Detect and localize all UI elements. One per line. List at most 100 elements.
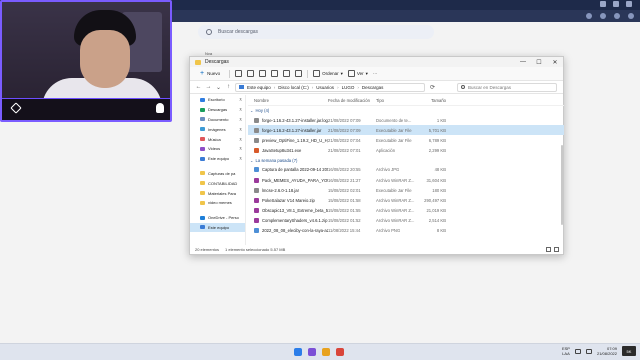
browser-profile-icon[interactable] [613, 1, 619, 7]
file-row[interactable]: Pack_MEMES_AYUDA_PARA_YOUTUBERS...16/08/… [248, 175, 564, 185]
file-date: 21/08/2022 07:01 [328, 148, 361, 154]
maximize-button[interactable]: ☐ [531, 59, 547, 66]
new-button[interactable]: + Nuevo [196, 69, 224, 79]
tiles-view-icon[interactable] [554, 247, 559, 252]
sidebar-item[interactable]: Este equipo [190, 222, 245, 233]
paste-icon[interactable] [259, 70, 267, 77]
details-view-icon[interactable] [546, 247, 551, 252]
selection-info: 1 elemento seleccionado 5.57 MB [225, 247, 286, 252]
file-row[interactable]: ComplementaryShaders_v4.6.1.zip 15/08/202… [248, 216, 564, 226]
file-row[interactable]: 2022_08_08_eleciby-con-la-raya-azul-200.… [248, 226, 564, 236]
column-header-date[interactable]: Fecha de modificación [328, 98, 376, 103]
pin-icon: ⊼ [239, 116, 242, 122]
browser-icon[interactable] [336, 348, 344, 356]
sidebar-item[interactable]: OneDrive - Perso [190, 213, 245, 223]
start-icon[interactable] [294, 348, 302, 356]
recent-locations-icon[interactable]: ⌄ [215, 84, 222, 91]
cut-icon[interactable] [235, 70, 243, 77]
file-row[interactable]: Captura de pantalla 2022-09-14 205532.jp… [248, 165, 564, 175]
network-icon[interactable] [574, 348, 581, 354]
up-arrow-icon[interactable]: ↑ [225, 84, 232, 90]
vertical-scrollbar[interactable] [561, 145, 563, 225]
file-name-cell: Captura de pantalla 2022-09-14 205532.jp… [248, 167, 328, 173]
file-date: 21/08/2022 07:04 [328, 137, 361, 143]
sidebar-item[interactable]: Capturas de pa [190, 169, 245, 179]
window-titlebar[interactable]: Descargas — ☐ ✕ [190, 57, 563, 67]
file-row[interactable]: forge-1.16.2-43.1.27-installer.jar 21/08/… [248, 125, 564, 136]
breadcrumb-item[interactable]: Este equipo [247, 85, 271, 90]
rename-icon[interactable] [271, 70, 279, 77]
column-header-size[interactable]: Tamaño [418, 98, 446, 103]
file-row[interactable]: lmcse-2.6.0-1.18.jar 15/08/2022 02:01 Exec… [248, 185, 564, 195]
file-row[interactable]: preview_OptiFine_1.19.2_HD_U_H_pre2.jar2… [248, 135, 564, 145]
group-header[interactable]: ⌄ La semana pasada (7) [248, 156, 564, 165]
sidebar-item[interactable]: Documento ⊼ [190, 115, 245, 125]
browser-extension-icon[interactable] [600, 1, 606, 7]
breadcrumb-item[interactable]: Descargas [362, 85, 384, 90]
sidebar-item[interactable]: Materiales Para [190, 188, 245, 198]
file-row[interactable]: Obscapic13_V8.1_Extreme_beta_5.zip 15/08/… [248, 206, 564, 216]
more-icon[interactable] [628, 13, 634, 19]
share-icon[interactable] [283, 70, 291, 77]
view-button[interactable]: Ver ▾ [347, 70, 368, 77]
file-groups: ⌄ Hoy (4) forge-1.16.2-43.1.27-installer.j… [248, 106, 564, 236]
breadcrumb-item[interactable]: Disco local (C:) [278, 85, 309, 90]
sidebar-item-label: video memes [208, 200, 232, 206]
sidebar-item[interactable]: Escritorio ⊼ [190, 95, 245, 105]
sidebar-item[interactable]: video memes [190, 198, 245, 208]
channel-logo: 5K [622, 346, 636, 356]
folder-icon [200, 200, 205, 205]
file-icon [254, 167, 259, 173]
sidebar-item[interactable]: Videos ⊼ [190, 144, 245, 154]
webcam-frame-bar [2, 98, 170, 120]
file-type: Archivo WinRAR Z... [376, 218, 415, 224]
extensions-icon[interactable] [600, 13, 606, 19]
clock[interactable]: 07:09 21/08/2022 [597, 346, 617, 356]
back-arrow-icon[interactable]: ← [195, 84, 202, 90]
refresh-icon[interactable]: ⟳ [428, 84, 437, 91]
view-button-label: Ver [356, 71, 364, 76]
browser-menu-icon[interactable] [626, 1, 632, 7]
breadcrumb-item[interactable]: Usuarios [316, 85, 334, 90]
file-size: 6,789 KB [428, 137, 446, 143]
file-row[interactable]: PokeSalazar V14 Mareio.zip 15/08/2022 01:… [248, 195, 564, 205]
sidebar-item[interactable]: Imágenes ⊼ [190, 124, 245, 134]
group-header[interactable]: ⌄ Hoy (4) [248, 106, 564, 115]
folder-search-input[interactable]: Buscar en Descargas [457, 82, 557, 92]
forward-arrow-icon[interactable]: → [205, 84, 212, 90]
delete-icon[interactable] [295, 70, 303, 77]
breadcrumb[interactable]: Este equipo › Disco local (C:) › Usuario… [235, 82, 425, 92]
more-options-icon[interactable]: ··· [373, 71, 378, 76]
clock-date: 21/08/2022 [596, 351, 617, 356]
column-header-type[interactable]: Tipo [376, 98, 418, 103]
breadcrumb-item[interactable]: LUGO [342, 85, 355, 90]
copy-icon[interactable] [247, 70, 255, 77]
item-count: 20 elementos [195, 247, 220, 252]
minimize-button[interactable]: — [515, 59, 531, 66]
file-date: 21/08/2022 07:09 [328, 117, 361, 123]
group-label: La semana pasada (7) [255, 157, 298, 163]
file-icon [254, 177, 259, 183]
toolbar-separator [229, 69, 231, 78]
file-row[interactable]: forge-1.16.2-43.1.27-installer.jar.log 21… [248, 115, 564, 125]
file-explorer-icon[interactable] [322, 348, 330, 356]
sidebar-item[interactable]: Música ⊼ [190, 134, 245, 144]
downloads-search-bar[interactable]: Buscar descargas [198, 25, 434, 39]
sidebar-item[interactable]: Descargas ⊼ [190, 105, 245, 115]
file-icon [254, 228, 259, 234]
group-label: Hoy (4) [255, 108, 270, 113]
sort-button[interactable]: Ordenar ▾ [313, 70, 343, 77]
app-icon[interactable] [308, 348, 316, 356]
profile-icon[interactable] [614, 13, 620, 19]
file-row[interactable]: JavaSetup8u341.exe 21/08/2022 07:01 Aplica… [248, 146, 564, 156]
sidebar-item[interactable]: CONTABILIDAD [190, 178, 245, 188]
chevron-down-icon: ⌄ [250, 157, 254, 163]
file-size: 5,701 KB [428, 127, 446, 133]
language-indicator[interactable]: ESP LAA [562, 346, 570, 356]
volume-icon[interactable] [585, 348, 592, 354]
column-header-name[interactable]: Nombre [248, 98, 328, 103]
sidebar-item[interactable]: Este equipo ⊼ [190, 154, 245, 164]
folder-icon [200, 117, 205, 122]
bookmark-icon[interactable] [586, 13, 592, 19]
close-button[interactable]: ✕ [547, 59, 563, 66]
